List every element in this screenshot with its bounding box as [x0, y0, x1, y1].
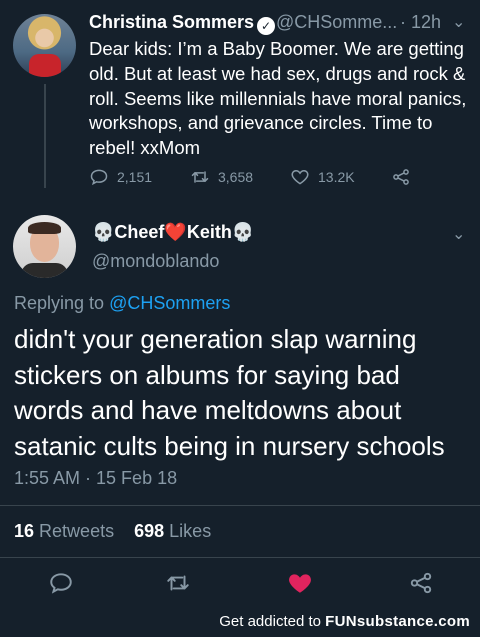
- like-label: Likes: [169, 521, 212, 541]
- parent-handle[interactable]: @CHSomme...: [276, 12, 397, 33]
- reply-button[interactable]: [48, 570, 74, 596]
- watermark-prefix: Get addicted to: [219, 613, 326, 630]
- retweet-icon: [167, 575, 189, 591]
- reply-icon: [90, 169, 108, 186]
- retweet-count: 16: [14, 521, 35, 541]
- main-author-name[interactable]: 💀Cheef❤️Keith💀: [92, 222, 254, 243]
- christina-sommers-avatar[interactable]: [13, 14, 76, 77]
- main-chevron-down-icon[interactable]: ⌄: [452, 224, 465, 244]
- heart-icon: [291, 169, 309, 185]
- replying-to: Replying to @CHSommers: [14, 293, 230, 314]
- parent-chevron-down-icon[interactable]: ⌄: [452, 12, 465, 32]
- verified-badge-icon: ✓: [257, 17, 276, 35]
- parent-time[interactable]: · 12h: [400, 12, 441, 33]
- main-handle[interactable]: @mondoblando: [92, 251, 219, 272]
- parent-time-text: 12h: [411, 12, 442, 32]
- parent-retweet-count: 3,658: [218, 169, 254, 185]
- parent-actions: 2,151 3,658 13.2K: [89, 167, 459, 191]
- replying-prefix: Replying to: [14, 293, 105, 313]
- share-button[interactable]: [408, 570, 434, 596]
- main-tweet-text: didn't your generation slap warning stic…: [14, 324, 445, 461]
- parent-reply-count: 2,151: [117, 169, 153, 185]
- replying-to-link[interactable]: @CHSommers: [109, 293, 230, 313]
- parent-share-button[interactable]: [391, 167, 411, 187]
- share-icon: [410, 572, 432, 594]
- main-actions: [0, 570, 480, 598]
- likes-stat[interactable]: 698 Likes: [134, 521, 211, 541]
- separator: ·: [400, 12, 406, 32]
- thread-line: [44, 84, 46, 188]
- parent-retweet-button[interactable]: 3,658: [190, 167, 253, 187]
- reply-icon: [50, 573, 72, 594]
- parent-like-button[interactable]: 13.2K: [290, 167, 355, 187]
- retweet-label: Retweets: [39, 521, 115, 541]
- main-timestamp[interactable]: 1:55 AM · 15 Feb 18: [14, 468, 177, 489]
- watermark: Get addicted to FUNsubstance.com: [219, 613, 470, 630]
- parent-tweet-text: Dear kids: I’m a Baby Boomer. We are get…: [89, 38, 467, 159]
- retweets-stat[interactable]: 16 Retweets: [14, 521, 114, 541]
- retweet-icon: [191, 171, 209, 183]
- engagement-stats: 16 Retweets 698 Likes: [14, 521, 211, 542]
- like-count: 698: [134, 521, 165, 541]
- parent-author-name[interactable]: Christina Sommers ✓: [89, 12, 276, 35]
- retweet-button[interactable]: [165, 570, 191, 596]
- mondoblando-avatar[interactable]: [13, 215, 76, 278]
- parent-author-name-text: Christina Sommers: [89, 12, 255, 32]
- divider: [0, 505, 480, 506]
- watermark-brand: FUNsubstance.com: [325, 613, 470, 630]
- parent-like-count: 13.2K: [318, 169, 355, 185]
- like-button[interactable]: [287, 570, 313, 596]
- heart-icon: [289, 574, 311, 593]
- parent-reply-button[interactable]: 2,151: [89, 167, 152, 187]
- share-icon: [393, 169, 409, 185]
- divider: [0, 557, 480, 558]
